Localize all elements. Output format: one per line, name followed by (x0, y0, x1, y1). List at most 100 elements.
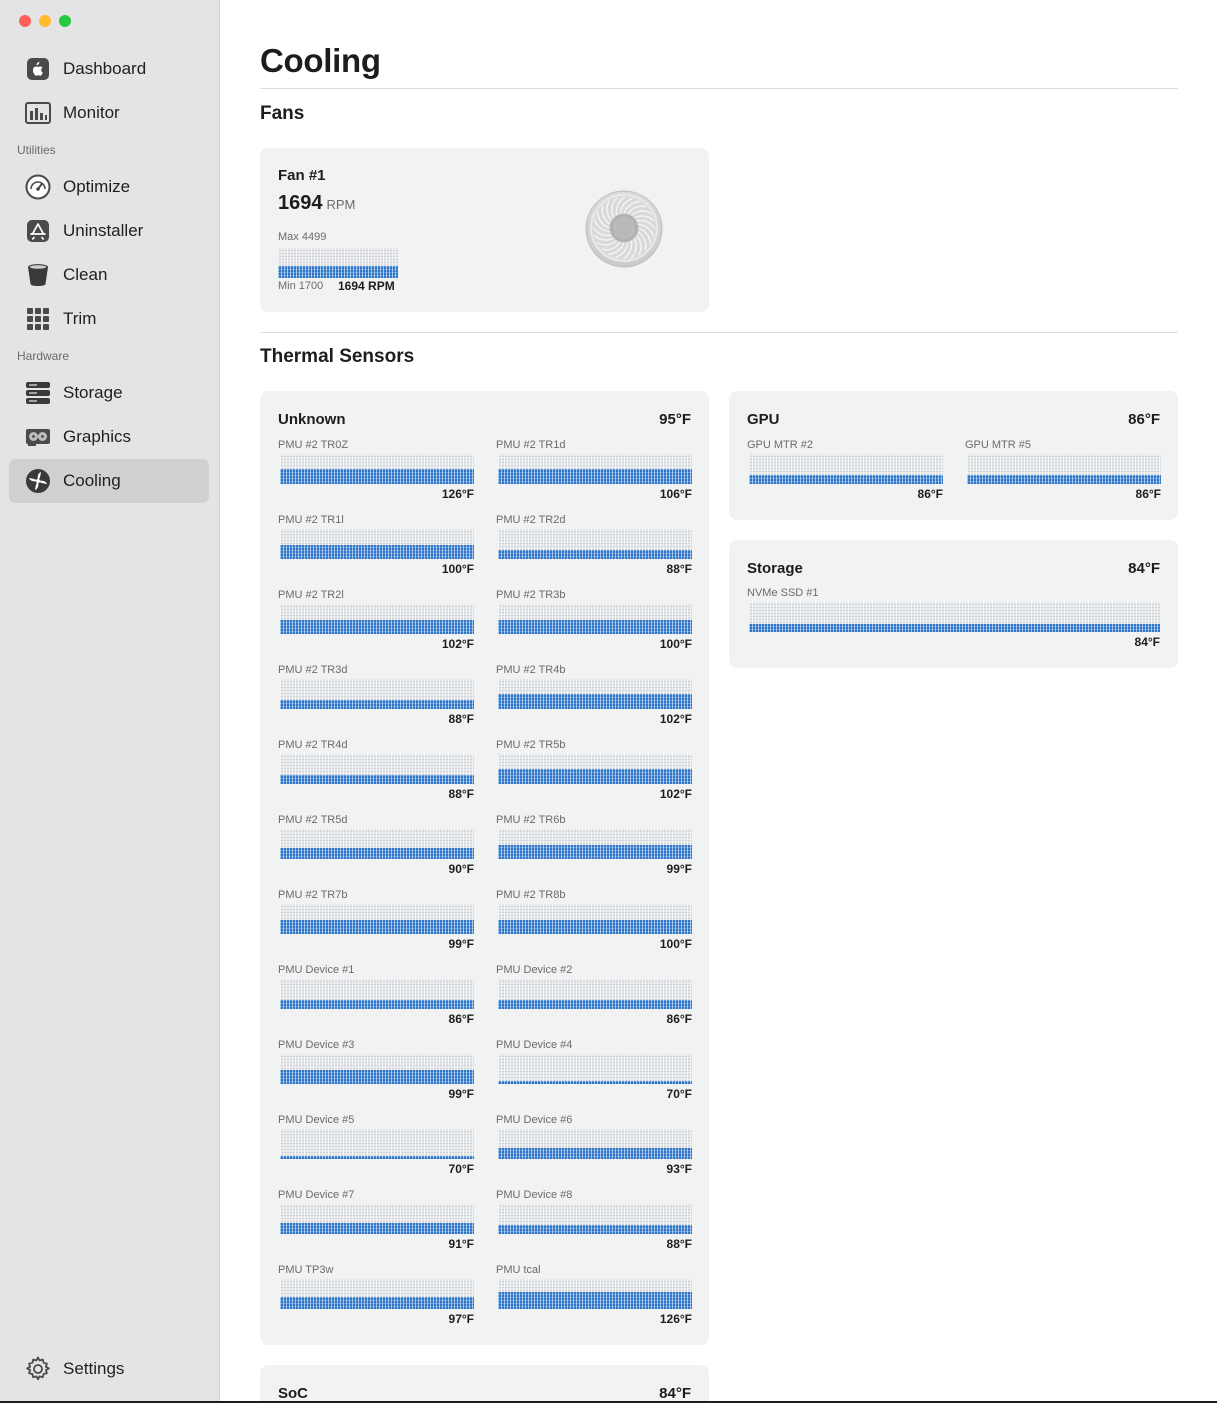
sensor-label: PMU #2 TR4d (278, 739, 348, 751)
sensor-bar (498, 679, 692, 709)
sensor-value: 100°F (659, 937, 692, 951)
sensor-tile: PMU #2 TR7b 99°F (278, 889, 474, 953)
sensor-tile: PMU TP3w 97°F (278, 1264, 474, 1328)
sensor-value: 84°F (1134, 635, 1160, 649)
sensor-value: 90°F (448, 862, 474, 876)
sidebar-item-label: Dashboard (63, 59, 147, 78)
sensor-label: PMU #2 TR1d (496, 439, 566, 451)
sensor-value: 91°F (448, 1237, 474, 1251)
group-temperature: 84°F (659, 1385, 691, 1402)
sensor-tile: PMU #2 TR2l 102°F (278, 589, 474, 653)
sensor-bar (498, 904, 692, 934)
group-temperature: 86°F (1128, 411, 1160, 428)
sensor-group-storage: Storage 84°F NVMe SSD #1 84°F (729, 540, 1178, 668)
sensor-value: 126°F (659, 1312, 692, 1326)
thermal-sensors-heading: Thermal Sensors (260, 346, 415, 367)
sensor-bar (749, 602, 1160, 632)
sensor-tile: GPU MTR #5 86°F (965, 439, 1161, 503)
bar-chart-icon (25, 100, 51, 126)
sensor-bar (498, 754, 692, 784)
sensor-value: 100°F (659, 637, 692, 651)
sidebar-item-cooling[interactable]: Cooling (9, 459, 209, 503)
gear-icon (25, 1356, 51, 1382)
minimize-window-button[interactable] (39, 15, 51, 27)
sidebar-item-graphics[interactable]: Graphics (9, 415, 209, 459)
sensor-bar (280, 1129, 474, 1159)
sensor-bar-fill (498, 1000, 692, 1009)
fan-current-speed: 1694 RPM (338, 279, 395, 293)
sensor-value: 86°F (666, 1012, 692, 1026)
fan-name: Fan #1 (278, 167, 326, 184)
sensor-bar (498, 1204, 692, 1234)
sensor-bar (280, 454, 474, 484)
sensor-label: PMU #2 TR5d (278, 814, 348, 826)
sensor-bar-fill (498, 620, 692, 634)
sensor-tile: PMU #2 TR3d 88°F (278, 664, 474, 728)
sensor-value: 88°F (448, 712, 474, 726)
sidebar-item-uninstaller[interactable]: Uninstaller (9, 209, 209, 253)
fan-rpm-unit: RPM (326, 197, 356, 212)
sensor-bar-fill (280, 1156, 474, 1159)
sensor-bar-fill (498, 550, 692, 559)
group-title: Unknown (278, 411, 346, 428)
section-label-utilities: Utilities (17, 143, 56, 157)
zoom-window-button[interactable] (59, 15, 71, 27)
sensor-label: PMU #2 TR7b (278, 889, 348, 901)
sensor-label: PMU #2 TR4b (496, 664, 566, 676)
sensor-bar-fill (749, 475, 943, 484)
sensor-bar-fill (280, 1000, 474, 1009)
sidebar-item-trim[interactable]: Trim (9, 297, 209, 341)
graphics-card-icon (25, 424, 51, 450)
sensor-bar-fill (280, 775, 474, 784)
sensor-bar (280, 979, 474, 1009)
sensor-label: PMU #2 TR1l (278, 514, 344, 526)
sidebar-item-settings[interactable]: Settings (9, 1347, 209, 1391)
sensor-bar-fill (498, 1292, 692, 1309)
sensor-label: PMU Device #4 (496, 1039, 573, 1051)
sidebar-item-optimize[interactable]: Optimize (9, 165, 209, 209)
sensor-value: 86°F (917, 487, 943, 501)
sensor-label: PMU #2 TR5b (496, 739, 566, 751)
sensor-bar (498, 604, 692, 634)
sidebar-item-monitor[interactable]: Monitor (9, 91, 209, 135)
sensor-label: PMU tcal (496, 1264, 541, 1276)
sensor-tile: PMU Device #7 91°F (278, 1189, 474, 1253)
sensor-tile: PMU #2 TR4b 102°F (496, 664, 692, 728)
sensor-bar-fill (498, 1148, 692, 1159)
sensor-bar-fill (280, 545, 474, 559)
sensor-bar-fill (280, 700, 474, 709)
sensor-bar (498, 829, 692, 859)
sensor-value: 106°F (659, 487, 692, 501)
sensor-value: 102°F (659, 712, 692, 726)
sidebar-item-dashboard[interactable]: Dashboard (9, 47, 209, 91)
window-controls (19, 15, 71, 27)
close-window-button[interactable] (19, 15, 31, 27)
sensor-tile: PMU Device #5 70°F (278, 1114, 474, 1178)
sensor-group-soc: SoC 84°F (260, 1365, 709, 1403)
sensor-tile: PMU Device #8 88°F (496, 1189, 692, 1253)
sidebar-item-label: Cooling (63, 471, 121, 490)
fan-icon (25, 468, 51, 494)
sidebar-item-label: Uninstaller (63, 221, 144, 240)
sensor-bar (280, 1204, 474, 1234)
sensor-bar-fill (498, 845, 692, 859)
sensor-tile: PMU Device #6 93°F (496, 1114, 692, 1178)
sensor-value: 102°F (659, 787, 692, 801)
title-divider (260, 88, 1178, 89)
sensor-bar (280, 829, 474, 859)
sensor-value: 88°F (448, 787, 474, 801)
sensor-tile: PMU Device #1 86°F (278, 964, 474, 1028)
sensor-value: 88°F (666, 562, 692, 576)
sensor-value: 99°F (666, 862, 692, 876)
sensor-value: 102°F (441, 637, 474, 651)
sidebar-item-clean[interactable]: Clean (9, 253, 209, 297)
fans-divider (260, 332, 1178, 333)
sensor-tile: PMU Device #4 70°F (496, 1039, 692, 1103)
sensor-tile: PMU #2 TR5b 102°F (496, 739, 692, 803)
sensor-label: PMU Device #8 (496, 1189, 573, 1201)
sidebar-item-storage[interactable]: Storage (9, 371, 209, 415)
sensor-bar (498, 1054, 692, 1084)
fan-graphic-icon (585, 190, 663, 268)
sidebar-item-label: Optimize (63, 177, 131, 196)
sensor-label: GPU MTR #5 (965, 439, 1032, 451)
